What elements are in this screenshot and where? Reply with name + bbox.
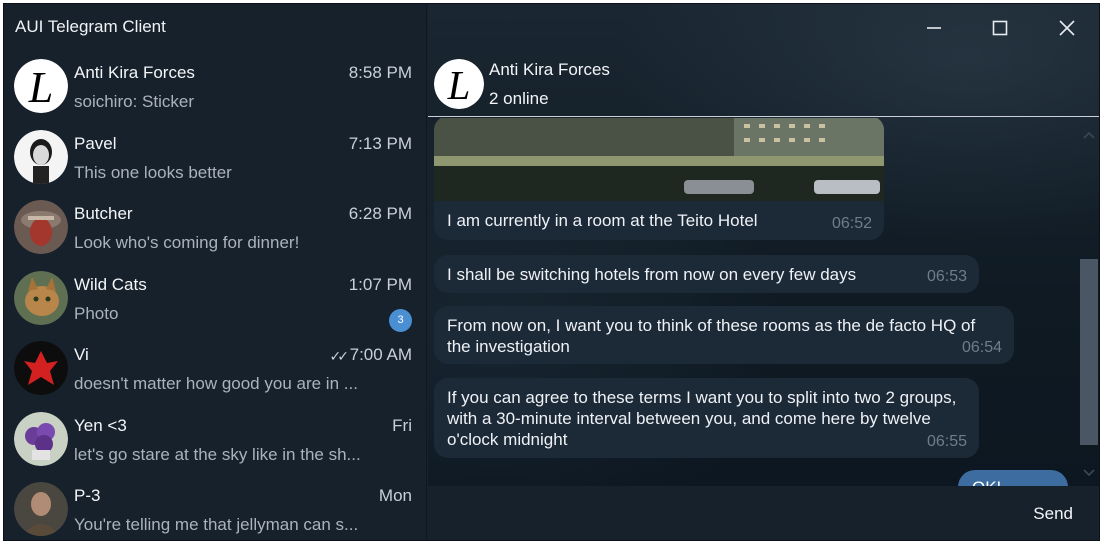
close-icon — [1059, 20, 1075, 36]
chat-preview: soichiro: Sticker — [74, 92, 194, 111]
chat-time: 6:28 PM — [348, 204, 412, 223]
outgoing-message-bubble[interactable]: OK! — [958, 470, 1068, 486]
chevron-up-icon[interactable] — [1082, 128, 1096, 142]
svg-text:L: L — [28, 63, 53, 112]
chat-name: Vi — [74, 345, 89, 364]
message-time: 06:53 — [926, 268, 967, 285]
maximize-button[interactable] — [980, 14, 1020, 42]
chat-item-vi[interactable]: Vi ✓✓ 7:00 AM doesn't matter how good yo… — [4, 336, 427, 407]
message-time: 06:52 — [831, 215, 872, 232]
read-ticks-icon: ✓✓ — [329, 348, 350, 364]
chat-preview: Photo — [74, 303, 119, 323]
chat-item-yen[interactable]: Yen <3 Fri let's go stare at the sky lik… — [4, 407, 427, 478]
send-button[interactable]: Send — [1033, 504, 1073, 524]
message-list: I am currently in a room at the Teito Ho… — [428, 118, 1078, 486]
chat-title: Anti Kira Forces — [489, 60, 610, 79]
avatar — [14, 411, 68, 466]
chat-name: Anti Kira Forces — [74, 63, 195, 82]
chat-preview: Look who's coming for dinner! — [74, 233, 300, 252]
svg-text:L: L — [447, 63, 471, 108]
maximize-icon — [992, 20, 1008, 36]
message-photo[interactable] — [434, 118, 884, 201]
chat-list-pane: AUI Telegram Client L Anti Kira Forces 8… — [4, 4, 427, 540]
avatar — [14, 129, 68, 184]
message-text: I am currently in a room at the Teito Ho… — [447, 211, 758, 230]
chat-item-butcher[interactable]: Butcher 6:28 PM Look who's coming for di… — [4, 195, 427, 266]
close-button[interactable] — [1047, 14, 1087, 42]
chat-list: L Anti Kira Forces 8:58 PM soichiro: Sti… — [4, 54, 427, 540]
chat-avatar: L — [434, 59, 484, 109]
avatar — [14, 341, 68, 395]
unread-badge: 3 — [389, 308, 412, 332]
chat-time: Fri — [392, 415, 412, 435]
avatar — [14, 482, 68, 536]
message-text: OK! — [972, 478, 1001, 486]
chat-item-p-3[interactable]: P-3 Mon You're telling me that jellyman … — [4, 477, 427, 540]
chat-name: Pavel — [74, 133, 117, 153]
chat-item-anti-kira-forces[interactable]: L Anti Kira Forces 8:58 PM soichiro: Sti… — [4, 54, 427, 125]
avatar — [14, 200, 68, 254]
minimize-button[interactable] — [914, 14, 954, 42]
chat-status: 2 online — [489, 89, 549, 108]
chat-item-pavel[interactable]: Pavel 7:13 PM This one looks better — [4, 125, 427, 196]
message-bubble[interactable]: If you can agree to these terms I want y… — [434, 378, 979, 458]
chat-time: 7:13 PM — [348, 133, 412, 153]
message-bubble[interactable]: I shall be switching hotels from now on … — [434, 255, 979, 293]
chat-preview: You're telling me that jellyman can s... — [74, 515, 359, 534]
chat-name: P-3 — [74, 486, 101, 505]
chat-item-wild-cats[interactable]: Wild Cats 1:07 PM Photo 3 — [4, 266, 427, 337]
chat-name: Wild Cats — [74, 274, 147, 294]
message-time: 06:54 — [961, 339, 1002, 356]
app-window: AUI Telegram Client L Anti Kira Forces 8… — [3, 3, 1100, 541]
chat-time: 8:58 PM — [348, 63, 412, 82]
message-input[interactable] — [428, 486, 1008, 540]
avatar — [14, 270, 68, 325]
message-scrollbar[interactable] — [1076, 118, 1099, 486]
avatar: L — [14, 59, 68, 113]
scrollbar-thumb[interactable] — [1080, 259, 1098, 445]
message-text: I shall be switching hotels from now on … — [447, 265, 857, 284]
chat-name: Butcher — [74, 204, 133, 223]
message-time: 06:55 — [926, 433, 967, 450]
chat-preview: doesn't matter how good you are in ... — [74, 374, 358, 393]
message-bubble[interactable]: From now on, I want you to think of thes… — [434, 306, 1014, 364]
chat-time: Mon — [378, 486, 412, 505]
message-text: If you can agree to these terms I want y… — [447, 388, 957, 449]
message-bubble[interactable]: I am currently in a room at the Teito Ho… — [434, 118, 884, 240]
chat-time: 1:07 PM — [348, 274, 412, 294]
message-text: From now on, I want you to think of thes… — [447, 316, 976, 356]
chat-header[interactable]: L Anti Kira Forces 2 online — [428, 54, 1099, 117]
app-title: AUI Telegram Client — [15, 17, 166, 36]
chat-name: Yen <3 — [74, 415, 127, 435]
chat-time: 7:00 AM — [349, 345, 412, 364]
conversation-pane: L Anti Kira Forces 2 online I am current… — [428, 4, 1099, 540]
chevron-down-icon[interactable] — [1082, 466, 1096, 480]
composer: Send — [428, 486, 1099, 540]
chat-preview: let's go stare at the sky like in the sh… — [74, 444, 361, 464]
chat-preview: This one looks better — [74, 162, 232, 182]
minimize-icon — [927, 27, 941, 29]
